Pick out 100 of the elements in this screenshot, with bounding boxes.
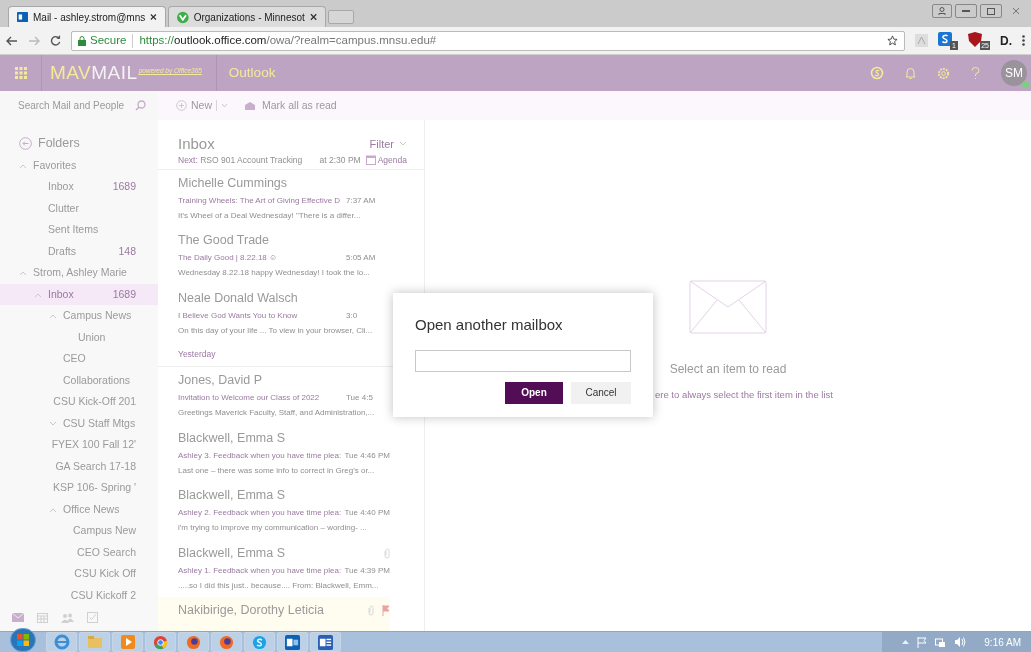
search-field[interactable]: Search Mail and People bbox=[18, 98, 135, 113]
caret-icon[interactable] bbox=[221, 103, 228, 108]
skype-icon[interactable] bbox=[870, 66, 884, 80]
select-first-item-link[interactable]: ere to always select the first item in the list bbox=[655, 388, 833, 403]
folder-item[interactable]: Union bbox=[0, 326, 158, 349]
profile-button[interactable] bbox=[932, 4, 952, 18]
extension-s-icon[interactable] bbox=[938, 31, 952, 46]
folder-item[interactable]: GA Search 17-18 bbox=[0, 455, 158, 478]
message-item[interactable]: Blackwell, Emma S Ashley 3. Feedback when you have time plea: Tue 4:46 PM Last one – there was some info to correct in Greg's or... bbox=[158, 424, 390, 483]
chevron-icon[interactable] bbox=[19, 270, 27, 276]
chevron-icon[interactable] bbox=[399, 141, 407, 147]
new-button[interactable]: New bbox=[191, 97, 212, 114]
folder-item[interactable]: CSU Kickoff 2 bbox=[0, 584, 158, 607]
agenda-link[interactable]: Agenda bbox=[377, 154, 407, 167]
skype-icon[interactable] bbox=[252, 634, 267, 650]
folder-item[interactable]: Office News bbox=[0, 498, 158, 521]
browser-e-icon[interactable] bbox=[53, 634, 70, 650]
shield-icon[interactable] bbox=[968, 31, 982, 47]
browser-tab[interactable]: Mail - ashley.strom@mns bbox=[8, 6, 166, 27]
message-item[interactable]: Blackwell, Emma S Ashley 1. Feedback when you have time plea: Tue 4:39 PM .....so I did this just.. because.... From: Blackwell, Emm... bbox=[158, 539, 390, 598]
open-button[interactable]: Open bbox=[505, 381, 563, 404]
settings-icon[interactable] bbox=[937, 66, 950, 80]
browser-tab[interactable]: Organizations - Minnesot bbox=[168, 6, 326, 27]
folder-item[interactable]: Inbox 1689 bbox=[0, 283, 158, 306]
back-icon[interactable] bbox=[6, 35, 18, 46]
chevron-icon[interactable] bbox=[19, 162, 27, 169]
message-item[interactable]: Blackwell, Emma S Ashley 2. Feedback when you have time plea: Tue 4:40 PM i'm trying to improve my communication – wording- ... bbox=[158, 482, 390, 540]
cancel-button[interactable]: Cancel bbox=[571, 381, 631, 404]
folder-item[interactable]: Drafts 148 bbox=[0, 240, 158, 263]
task-check-icon[interactable] bbox=[87, 612, 98, 624]
folder-item[interactable]: CEO bbox=[0, 348, 158, 370]
flag-icon[interactable] bbox=[382, 605, 390, 617]
user-avatar[interactable]: SM bbox=[1001, 60, 1027, 86]
clock-text[interactable]: 9:16 AM bbox=[984, 634, 1021, 650]
network-icon[interactable] bbox=[935, 636, 947, 648]
folder-item[interactable]: Favorites bbox=[0, 154, 158, 177]
folder-item[interactable]: CSU Kick-Off 201 bbox=[0, 391, 158, 413]
folder-item[interactable]: CSU Staff Mtgs bbox=[0, 412, 158, 435]
people-icon[interactable] bbox=[61, 612, 74, 623]
reload-icon[interactable] bbox=[50, 35, 61, 46]
speaker-icon[interactable] bbox=[954, 637, 967, 647]
outlook-icon[interactable] bbox=[285, 634, 300, 650]
star-icon[interactable] bbox=[887, 35, 898, 46]
media-player-icon[interactable] bbox=[120, 635, 135, 649]
message-item[interactable]: Michelle Cummings Training Wheels: The Art of Giving Effective D 7:37 AM It's Wheel of a Deal Wednesday! "There is a differ... bbox=[158, 169, 390, 228]
sender-name: The Good Trade bbox=[178, 232, 271, 250]
folder-item[interactable]: FYEX 100 Fall 12' bbox=[0, 434, 158, 456]
folder-item[interactable]: CEO Search bbox=[0, 541, 158, 564]
chevron-icon[interactable] bbox=[49, 420, 57, 427]
folder-item[interactable]: Strom, Ashley Marie bbox=[0, 262, 158, 284]
word-icon[interactable] bbox=[318, 634, 333, 650]
mark-all-read-button[interactable]: Mark all as read bbox=[262, 97, 337, 114]
message-item[interactable]: Jones, David P Invitation to Welcome our Class of 2022 Tue 4:5 Greetings Maverick Faculty, Staff, and Administration,... bbox=[158, 367, 390, 425]
search-icon[interactable] bbox=[135, 100, 146, 111]
taskbar-app-button[interactable] bbox=[178, 632, 209, 652]
calendar-icon[interactable] bbox=[37, 612, 48, 623]
filter-button[interactable]: Filter bbox=[369, 135, 407, 153]
folder-item[interactable]: Campus News bbox=[0, 305, 158, 327]
folder-item[interactable]: Clutter bbox=[0, 197, 158, 220]
forward-icon[interactable] bbox=[28, 35, 40, 46]
taskbar-app-button[interactable] bbox=[112, 632, 143, 652]
address-field[interactable]: Secure https://outlook.office.com/owa/?realm=campus.mnsu.edu# bbox=[71, 30, 905, 51]
next-event-text[interactable]: Next: RSO 901 Account Tracking bbox=[178, 154, 303, 167]
folder-icon[interactable] bbox=[86, 635, 103, 649]
extension-button[interactable]: D. bbox=[1000, 31, 1012, 50]
folder-item[interactable]: Campus New bbox=[0, 520, 158, 542]
taskbar-app-button[interactable] bbox=[277, 632, 308, 652]
start-button[interactable] bbox=[10, 628, 36, 652]
menu-icon[interactable] bbox=[1022, 35, 1025, 46]
close-icon[interactable] bbox=[309, 13, 317, 21]
mail-icon[interactable] bbox=[12, 613, 24, 623]
taskbar-app-button[interactable] bbox=[145, 632, 176, 652]
folder-item[interactable]: Collaborations bbox=[0, 369, 158, 392]
message-item[interactable]: Nakibirige, Dorothy Leticia bbox=[158, 597, 390, 631]
folder-item[interactable]: CSU Kick Off bbox=[0, 563, 158, 585]
app-launcher-icon[interactable] bbox=[14, 67, 27, 79]
taskbar-app-button[interactable] bbox=[211, 632, 242, 652]
maximize-button[interactable] bbox=[980, 4, 1002, 18]
chevron-icon[interactable] bbox=[49, 506, 57, 513]
search-box[interactable]: Search Mail and People bbox=[0, 91, 158, 120]
folder-item[interactable]: Inbox 1689 bbox=[0, 176, 158, 198]
taskbar-app-button[interactable] bbox=[310, 632, 341, 652]
bell-icon[interactable] bbox=[905, 66, 916, 80]
chrome-icon[interactable] bbox=[153, 634, 168, 650]
caret-up-icon[interactable] bbox=[902, 640, 910, 644]
new-tab-button[interactable] bbox=[328, 10, 354, 24]
chevron-icon[interactable] bbox=[49, 313, 57, 319]
chevron-icon[interactable] bbox=[34, 291, 42, 298]
folder-item[interactable]: KSP 106- Spring ' bbox=[0, 477, 158, 499]
folder-item[interactable]: Sent Items bbox=[0, 219, 158, 241]
back-circle-icon[interactable] bbox=[19, 136, 32, 150]
app-name[interactable]: Outlook bbox=[228, 62, 276, 84]
firefox-icon[interactable] bbox=[186, 634, 201, 650]
message-item[interactable]: Neale Donald Walsch I Believe God Wants You to Know 3:0 On this day of your life ... To view in your browser, Cli... bbox=[158, 284, 390, 343]
message-item[interactable]: The Good Trade The Daily Good | 8.22.18 ☺ 5:05 AM Wednesday 8.22.18 happy Wednesday! I took the lo... bbox=[158, 227, 390, 285]
mailbox-input-field[interactable] bbox=[415, 349, 631, 372]
close-icon[interactable] bbox=[150, 13, 157, 21]
help-icon[interactable] bbox=[971, 66, 980, 80]
firefox-icon[interactable] bbox=[219, 634, 234, 650]
minimize-button[interactable] bbox=[955, 4, 977, 18]
